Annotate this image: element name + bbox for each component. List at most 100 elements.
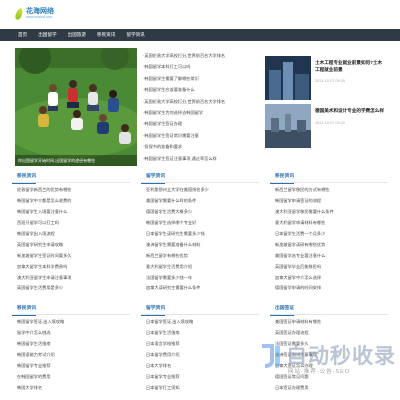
- list-item[interactable]: 澳大利亚留学生申请注意事项: [12, 273, 130, 284]
- list-item[interactable]: 韩国大学排名: [12, 383, 130, 394]
- section-column: 移民资讯 韩国留学签证,出入境攻略 留学中介怎么挑选 韩国留学生活指南 韩国语能…: [12, 303, 130, 394]
- section-title[interactable]: 留学资讯: [141, 303, 166, 316]
- site-logo[interactable]: 花海网络 www.huahai.com: [14, 7, 54, 21]
- list-item[interactable]: 加拿大读研究生需要什么条件: [141, 283, 259, 294]
- list-item[interactable]: 新加坡留学生签证时间要多久: [12, 251, 130, 262]
- card-title[interactable]: 土木工程专业就业前景如何?土木工程就业前景: [315, 60, 385, 73]
- list-item[interactable]: 日本留学生活指南: [141, 328, 259, 339]
- hero-photo[interactable]: 你出国留学开始时间,出国留学的途径有哪些: [15, 48, 137, 166]
- card-thumbnail: [265, 56, 311, 100]
- list-item[interactable]: 日本留学打工须知: [141, 383, 259, 394]
- section-column: 出国签证 美国签证申请材料有哪些 英国签证办理流程 法国签证需要多久 澳洲签证面…: [270, 303, 388, 394]
- list-item[interactable]: 日本留学生活费一个月多少: [270, 229, 388, 240]
- section-column: 移民资讯 佐敦留学新西兰的优势有哪些 韩国留学中介都是怎么收费的 韩国留学生入境…: [12, 171, 130, 294]
- list-item[interactable]: ·韩国留学生为何选择去韩国留学: [143, 107, 271, 118]
- list-item[interactable]: 法国留学需要多少钱一年: [141, 273, 259, 284]
- list-item[interactable]: 日本签证办理费用: [270, 383, 388, 394]
- nav-item-study-abroad[interactable]: 出国留学: [38, 32, 56, 38]
- list-item[interactable]: 澳洲签证面试注意事项: [270, 350, 388, 361]
- nav-item-immigration[interactable]: 移民资讯: [97, 32, 115, 38]
- list-item[interactable]: ·担保书的准备和要求: [143, 141, 271, 152]
- list-item[interactable]: ·韩国留学生签证注意事项,通过率怎么样: [143, 153, 271, 164]
- headline-list: ·英国伦敦大学高校打分,世界前百名大学排名 ·韩国留学本科打工可以吗 ·韩国留学…: [143, 50, 271, 164]
- section-title[interactable]: 移民资讯: [12, 303, 37, 316]
- section-title[interactable]: 留学资讯: [141, 171, 166, 184]
- section-title[interactable]: 移民资讯: [270, 171, 295, 184]
- list-item[interactable]: 美国签证申请材料有哪些: [270, 317, 388, 328]
- list-item[interactable]: 美国留学选专业要注意什么: [270, 251, 388, 262]
- card-date: 2024-10-07 09:30: [315, 79, 345, 83]
- list-item[interactable]: 韩国留学出入境流程: [12, 229, 130, 240]
- list-item[interactable]: 日本留学费用介绍: [141, 350, 259, 361]
- list-item[interactable]: ·韩国留学生应该要准备什么: [143, 84, 271, 95]
- list-item[interactable]: ·英国伦敦大学高校打分,世界前百名大学排名: [143, 96, 271, 107]
- section-grid-row2: 移民资讯 韩国留学签证,出入境攻略 留学中介怎么挑选 韩国留学生活指南 韩国语能…: [12, 303, 388, 394]
- list-item[interactable]: 法国签证需要多久: [270, 339, 388, 350]
- list-item[interactable]: ·韩国留学本科打工可以吗: [143, 61, 271, 72]
- list-item[interactable]: 韩国留学申请签证的流程: [270, 196, 388, 207]
- section-column: 留学资讯 亚利桑那州立大学在美国排名多少 美国留学需要什么样的条件 德国留学生活…: [141, 171, 259, 294]
- side-card[interactable]: 德国美术和设计专业的学费怎么样 2024-10-07 09:30: [265, 104, 385, 149]
- list-item[interactable]: 澳大利亚留学移民需要什么条件: [270, 207, 388, 218]
- card-title[interactable]: 德国美术和设计专业的学费怎么样: [315, 108, 384, 115]
- list-item[interactable]: 日本语言学校推荐: [141, 339, 259, 350]
- site-header: 花海网络 www.huahai.com: [0, 0, 400, 28]
- list-item[interactable]: 加拿大留学中介怎么选择: [270, 273, 388, 284]
- list-item[interactable]: 日本留学签证,出入境攻略: [141, 317, 259, 328]
- page: 花海网络 www.huahai.com 首页 出国留学 出国旅游 移民资讯 留学…: [0, 0, 400, 400]
- list-item[interactable]: 意大利留学申请材料有哪些: [270, 218, 388, 229]
- list-item[interactable]: 英国留学毕业后能移民吗: [270, 262, 388, 273]
- list-item[interactable]: 加拿大签证怎么办理: [270, 361, 388, 372]
- list-item[interactable]: 英国留学研究生申请攻略: [12, 240, 130, 251]
- list-item[interactable]: 留学中介怎么挑选: [12, 328, 130, 339]
- list-item[interactable]: 德国留学申请的时间安排: [270, 283, 388, 294]
- card-thumbnail: [265, 104, 311, 148]
- nav-item-travel[interactable]: 出国旅游: [68, 32, 86, 38]
- list-item[interactable]: 韩国留学签证,出入境攻略: [12, 317, 130, 328]
- section-column: 移民资讯 新西兰留学移民的方式有哪些 韩国留学申请签证的流程 澳大利亚留学移民需…: [270, 171, 388, 294]
- list-item[interactable]: ·英国伦敦大学高校打分,世界前百名大学排名: [143, 50, 271, 61]
- section-grid-row1: 移民资讯 佐敦留学新西兰的优势有哪些 韩国留学中介都是怎么收费的 韩国留学生入境…: [12, 171, 388, 294]
- card-date: 2024-10-07 09:30: [315, 120, 345, 125]
- list-item[interactable]: 韩国留学生活指南: [12, 339, 130, 350]
- list-item[interactable]: ·韩国留学生需要了解哪些常识: [143, 73, 271, 84]
- list-item[interactable]: 澳洲留学生需要准备什么材料: [141, 240, 259, 251]
- list-item[interactable]: 在韩国留学的费用: [12, 372, 130, 383]
- side-card[interactable]: 土木工程专业就业前景如何?土木工程就业前景 2024-10-07 09:30: [265, 56, 385, 101]
- list-item[interactable]: 佐敦留学新西兰的优势有哪些: [12, 185, 130, 196]
- list-item[interactable]: 亚利桑那州立大学在美国排名多少: [141, 185, 259, 196]
- side-cards: 土木工程专业就业前景如何?土木工程就业前景 2024-10-07 09:30 德…: [265, 56, 385, 152]
- list-item[interactable]: 德国留学生活费大概多少: [141, 207, 259, 218]
- list-item[interactable]: 西班牙留学可以打工吗: [12, 218, 130, 229]
- nav-item-home[interactable]: 首页: [18, 32, 27, 38]
- list-item[interactable]: 英国签证办理流程: [270, 328, 388, 339]
- nav-item-study-news[interactable]: 留学资讯: [126, 32, 144, 38]
- list-item[interactable]: 意大利留学生活费用介绍: [141, 262, 259, 273]
- list-item[interactable]: 韩国留学专业推荐: [12, 361, 130, 372]
- list-item[interactable]: 新加坡留学读研有哪些优势: [270, 240, 388, 251]
- list-item[interactable]: 韩国语能力考试介绍: [12, 350, 130, 361]
- main-nav: 首页 出国留学 出国旅游 移民资讯 留学资讯: [0, 29, 400, 41]
- list-item[interactable]: 德国签证常见问题: [270, 372, 388, 383]
- list-item[interactable]: 加拿大留学生本科学费贵吗: [12, 262, 130, 273]
- list-item[interactable]: ·韩国留学生签证常识需要注意: [143, 130, 271, 141]
- hero-caption[interactable]: 你出国留学开始时间,出国留学的途径有哪些: [15, 155, 137, 166]
- students-on-grass-image: [15, 48, 137, 166]
- section-title[interactable]: 出国签证: [270, 303, 295, 316]
- list-item[interactable]: 美国留学需要什么样的条件: [141, 196, 259, 207]
- section-column: 留学资讯 日本留学签证,出入境攻略 日本留学生活指南 日本语言学校推荐 日本留学…: [141, 303, 259, 394]
- city-image: [265, 104, 311, 148]
- list-item[interactable]: 韩国留学生入境要注意什么: [12, 207, 130, 218]
- list-item[interactable]: 新西兰留学移民的方式有哪些: [270, 185, 388, 196]
- list-item[interactable]: 韩国留学中介都是怎么收费的: [12, 196, 130, 207]
- list-item[interactable]: ·韩国留学生签证办理: [143, 118, 271, 129]
- leaf-logo-icon: [14, 7, 24, 21]
- list-item[interactable]: 日本大学排名: [141, 361, 259, 372]
- list-item[interactable]: 韩国留学生选择哪个专业好: [141, 218, 259, 229]
- list-item[interactable]: 英国留学生活费用是多少: [12, 283, 130, 294]
- list-item[interactable]: 日本留学专业推荐: [141, 372, 259, 383]
- section-title[interactable]: 移民资讯: [12, 171, 37, 184]
- list-item[interactable]: 日本留学生读研究生需要多少钱: [141, 229, 259, 240]
- list-item[interactable]: 新西兰留学有哪些优势: [141, 251, 259, 262]
- featured-section: 你出国留学开始时间,出国留学的途径有哪些 ·英国伦敦大学高校打分,世界前百名大学…: [15, 48, 385, 166]
